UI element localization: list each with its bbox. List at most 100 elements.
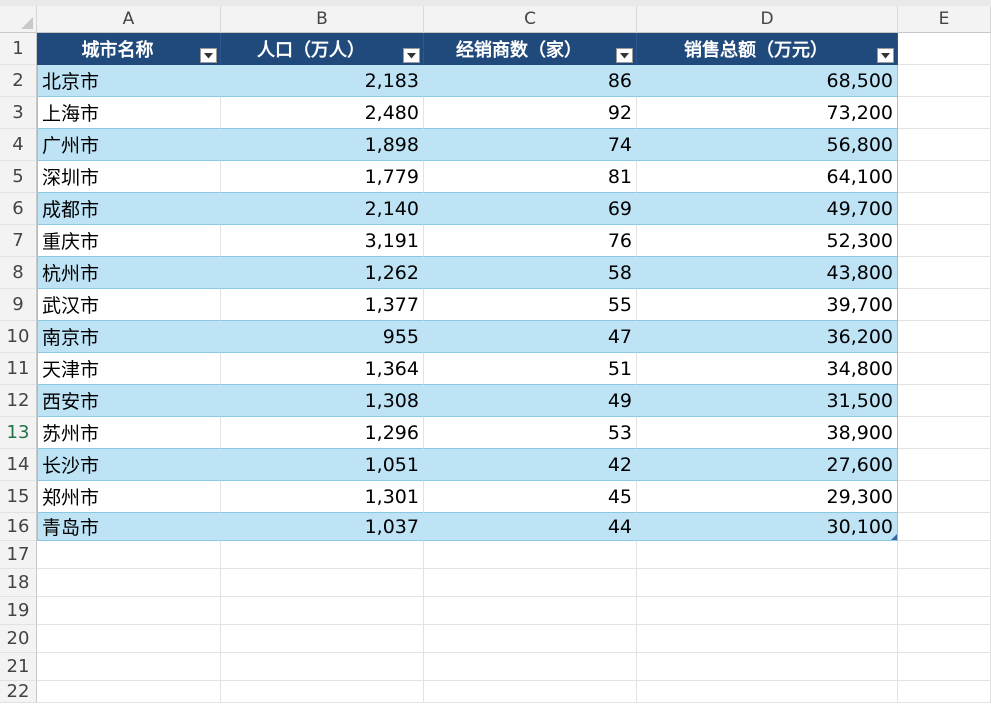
filter-dropdown-button[interactable] [403, 48, 420, 63]
table-cell-d12[interactable]: 31,500 [637, 385, 898, 417]
table-header-b[interactable]: 人口（万人） [221, 33, 424, 65]
cell-e3[interactable] [898, 97, 991, 129]
row-header-11[interactable]: 11 [0, 353, 37, 385]
column-header-a[interactable]: A [37, 6, 221, 33]
cell-c20[interactable] [424, 625, 637, 653]
table-header-c[interactable]: 经销商数（家） [424, 33, 637, 65]
cell-e11[interactable] [898, 353, 991, 385]
cell-e22[interactable] [898, 681, 991, 703]
cell-b21[interactable] [221, 653, 424, 681]
row-header-5[interactable]: 5 [0, 161, 37, 193]
filter-dropdown-button[interactable] [200, 48, 217, 63]
table-cell-a2[interactable]: 北京市 [37, 65, 221, 97]
cell-e17[interactable] [898, 541, 991, 569]
table-cell-a6[interactable]: 成都市 [37, 193, 221, 225]
cell-e15[interactable] [898, 481, 991, 513]
table-cell-d14[interactable]: 27,600 [637, 449, 898, 481]
cell-e5[interactable] [898, 161, 991, 193]
table-cell-c2[interactable]: 86 [424, 65, 637, 97]
table-cell-b2[interactable]: 2,183 [221, 65, 424, 97]
cell-c21[interactable] [424, 653, 637, 681]
table-header-d[interactable]: 销售总额（万元） [637, 33, 898, 65]
cell-a21[interactable] [37, 653, 221, 681]
table-cell-c10[interactable]: 47 [424, 321, 637, 353]
cell-a18[interactable] [37, 569, 221, 597]
cell-e10[interactable] [898, 321, 991, 353]
cell-e16[interactable] [898, 513, 991, 541]
table-cell-a4[interactable]: 广州市 [37, 129, 221, 161]
cell-d21[interactable] [637, 653, 898, 681]
table-cell-c3[interactable]: 92 [424, 97, 637, 129]
table-cell-b9[interactable]: 1,377 [221, 289, 424, 321]
table-cell-b11[interactable]: 1,364 [221, 353, 424, 385]
table-cell-d5[interactable]: 64,100 [637, 161, 898, 193]
column-header-e[interactable]: E [898, 6, 991, 33]
cell-e9[interactable] [898, 289, 991, 321]
table-cell-c7[interactable]: 76 [424, 225, 637, 257]
cell-e6[interactable] [898, 193, 991, 225]
cell-c19[interactable] [424, 597, 637, 625]
cell-c18[interactable] [424, 569, 637, 597]
table-cell-d10[interactable]: 36,200 [637, 321, 898, 353]
cell-e4[interactable] [898, 129, 991, 161]
row-header-7[interactable]: 7 [0, 225, 37, 257]
table-cell-a8[interactable]: 杭州市 [37, 257, 221, 289]
cell-e20[interactable] [898, 625, 991, 653]
table-cell-a12[interactable]: 西安市 [37, 385, 221, 417]
cell-b18[interactable] [221, 569, 424, 597]
row-header-18[interactable]: 18 [0, 569, 37, 597]
table-cell-b6[interactable]: 2,140 [221, 193, 424, 225]
cell-e7[interactable] [898, 225, 991, 257]
cell-e2[interactable] [898, 65, 991, 97]
cell-d19[interactable] [637, 597, 898, 625]
table-cell-b12[interactable]: 1,308 [221, 385, 424, 417]
table-cell-b15[interactable]: 1,301 [221, 481, 424, 513]
row-header-15[interactable]: 15 [0, 481, 37, 513]
table-cell-c11[interactable]: 51 [424, 353, 637, 385]
column-header-c[interactable]: C [424, 6, 637, 33]
row-header-2[interactable]: 2 [0, 65, 37, 97]
column-header-b[interactable]: B [221, 6, 424, 33]
row-header-12[interactable]: 12 [0, 385, 37, 417]
cell-e21[interactable] [898, 653, 991, 681]
row-header-17[interactable]: 17 [0, 541, 37, 569]
table-cell-c14[interactable]: 42 [424, 449, 637, 481]
cell-a22[interactable] [37, 681, 221, 703]
row-header-1[interactable]: 1 [0, 33, 37, 65]
table-cell-d3[interactable]: 73,200 [637, 97, 898, 129]
table-cell-a13[interactable]: 苏州市 [37, 417, 221, 449]
row-header-16[interactable]: 16 [0, 513, 37, 541]
row-header-14[interactable]: 14 [0, 449, 37, 481]
table-cell-a11[interactable]: 天津市 [37, 353, 221, 385]
row-header-3[interactable]: 3 [0, 97, 37, 129]
table-cell-d7[interactable]: 52,300 [637, 225, 898, 257]
cell-d17[interactable] [637, 541, 898, 569]
cell-e18[interactable] [898, 569, 991, 597]
row-header-21[interactable]: 21 [0, 653, 37, 681]
table-cell-c8[interactable]: 58 [424, 257, 637, 289]
table-cell-d13[interactable]: 38,900 [637, 417, 898, 449]
table-cell-a16[interactable]: 青岛市 [37, 513, 221, 541]
table-cell-d4[interactable]: 56,800 [637, 129, 898, 161]
table-cell-a14[interactable]: 长沙市 [37, 449, 221, 481]
table-cell-c5[interactable]: 81 [424, 161, 637, 193]
table-header-a[interactable]: 城市名称 [37, 33, 221, 65]
filter-dropdown-button[interactable] [616, 48, 633, 63]
table-cell-a3[interactable]: 上海市 [37, 97, 221, 129]
table-cell-c9[interactable]: 55 [424, 289, 637, 321]
table-cell-d15[interactable]: 29,300 [637, 481, 898, 513]
table-cell-b13[interactable]: 1,296 [221, 417, 424, 449]
table-cell-b5[interactable]: 1,779 [221, 161, 424, 193]
table-cell-c13[interactable]: 53 [424, 417, 637, 449]
table-cell-c6[interactable]: 69 [424, 193, 637, 225]
table-cell-a5[interactable]: 深圳市 [37, 161, 221, 193]
table-cell-b10[interactable]: 955 [221, 321, 424, 353]
table-cell-d2[interactable]: 68,500 [637, 65, 898, 97]
cell-d22[interactable] [637, 681, 898, 703]
cell-d18[interactable] [637, 569, 898, 597]
filter-dropdown-button[interactable] [877, 48, 894, 63]
table-cell-d16[interactable]: 30,100 [637, 513, 898, 541]
table-cell-a10[interactable]: 南京市 [37, 321, 221, 353]
table-cell-d9[interactable]: 39,700 [637, 289, 898, 321]
column-header-d[interactable]: D [637, 6, 898, 33]
